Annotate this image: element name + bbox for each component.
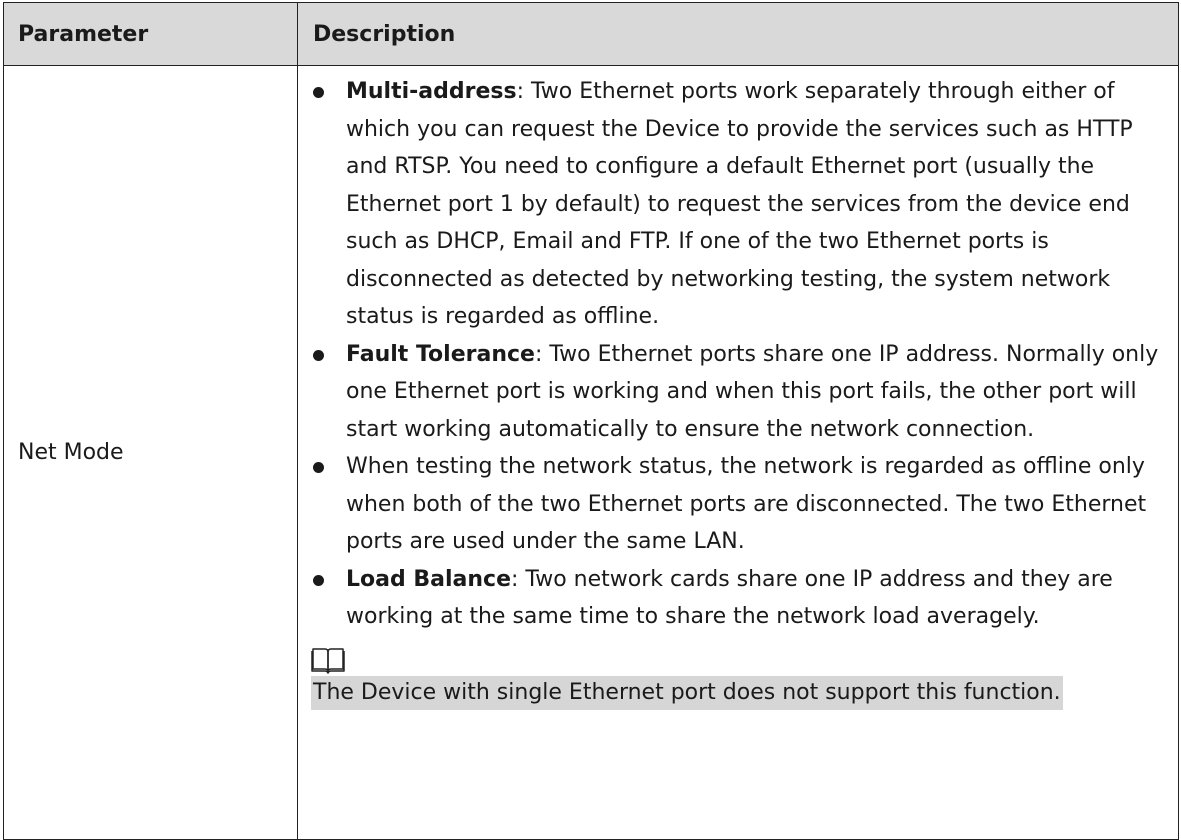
note-text: The Device with single Ethernet port doe… [311, 675, 1063, 710]
bullet-icon [313, 574, 324, 586]
note-block: The Device with single Ethernet port doe… [298, 636, 1178, 710]
bullet-term: Fault Tolerance [346, 341, 535, 367]
description-bullet-list: Multi-address: Two Ethernet ports work s… [298, 66, 1178, 636]
book-note-icon [311, 647, 345, 674]
list-item: Multi-address: Two Ethernet ports work s… [298, 73, 1178, 336]
list-item: Fault Tolerance: Two Ethernet ports shar… [298, 336, 1178, 449]
bullet-icon [313, 349, 324, 361]
bullet-term: Load Balance [346, 566, 512, 592]
table-row: Net Mode Multi-address: Two Ethernet por… [3, 65, 1179, 840]
description-header: Description [297, 2, 1179, 66]
bullet-icon [313, 462, 324, 473]
parameter-header: Parameter [3, 2, 298, 66]
list-item: When testing the network status, the net… [298, 448, 1178, 561]
bullet-icon [313, 87, 324, 98]
parameter-name: Net Mode [3, 65, 298, 840]
table-header-row: Parameter Description [3, 2, 1179, 66]
list-item: Load Balance: Two network cards share on… [298, 561, 1178, 636]
description-cell: Multi-address: Two Ethernet ports work s… [297, 65, 1179, 840]
bullet-term: Multi-address [346, 79, 517, 104]
bullet-text: : Two Ethernet ports work separately thr… [346, 79, 1133, 329]
bullet-text: When testing the network status, the net… [346, 454, 1147, 554]
parameter-table: Parameter Description Net Mode Multi-add… [3, 2, 1179, 840]
